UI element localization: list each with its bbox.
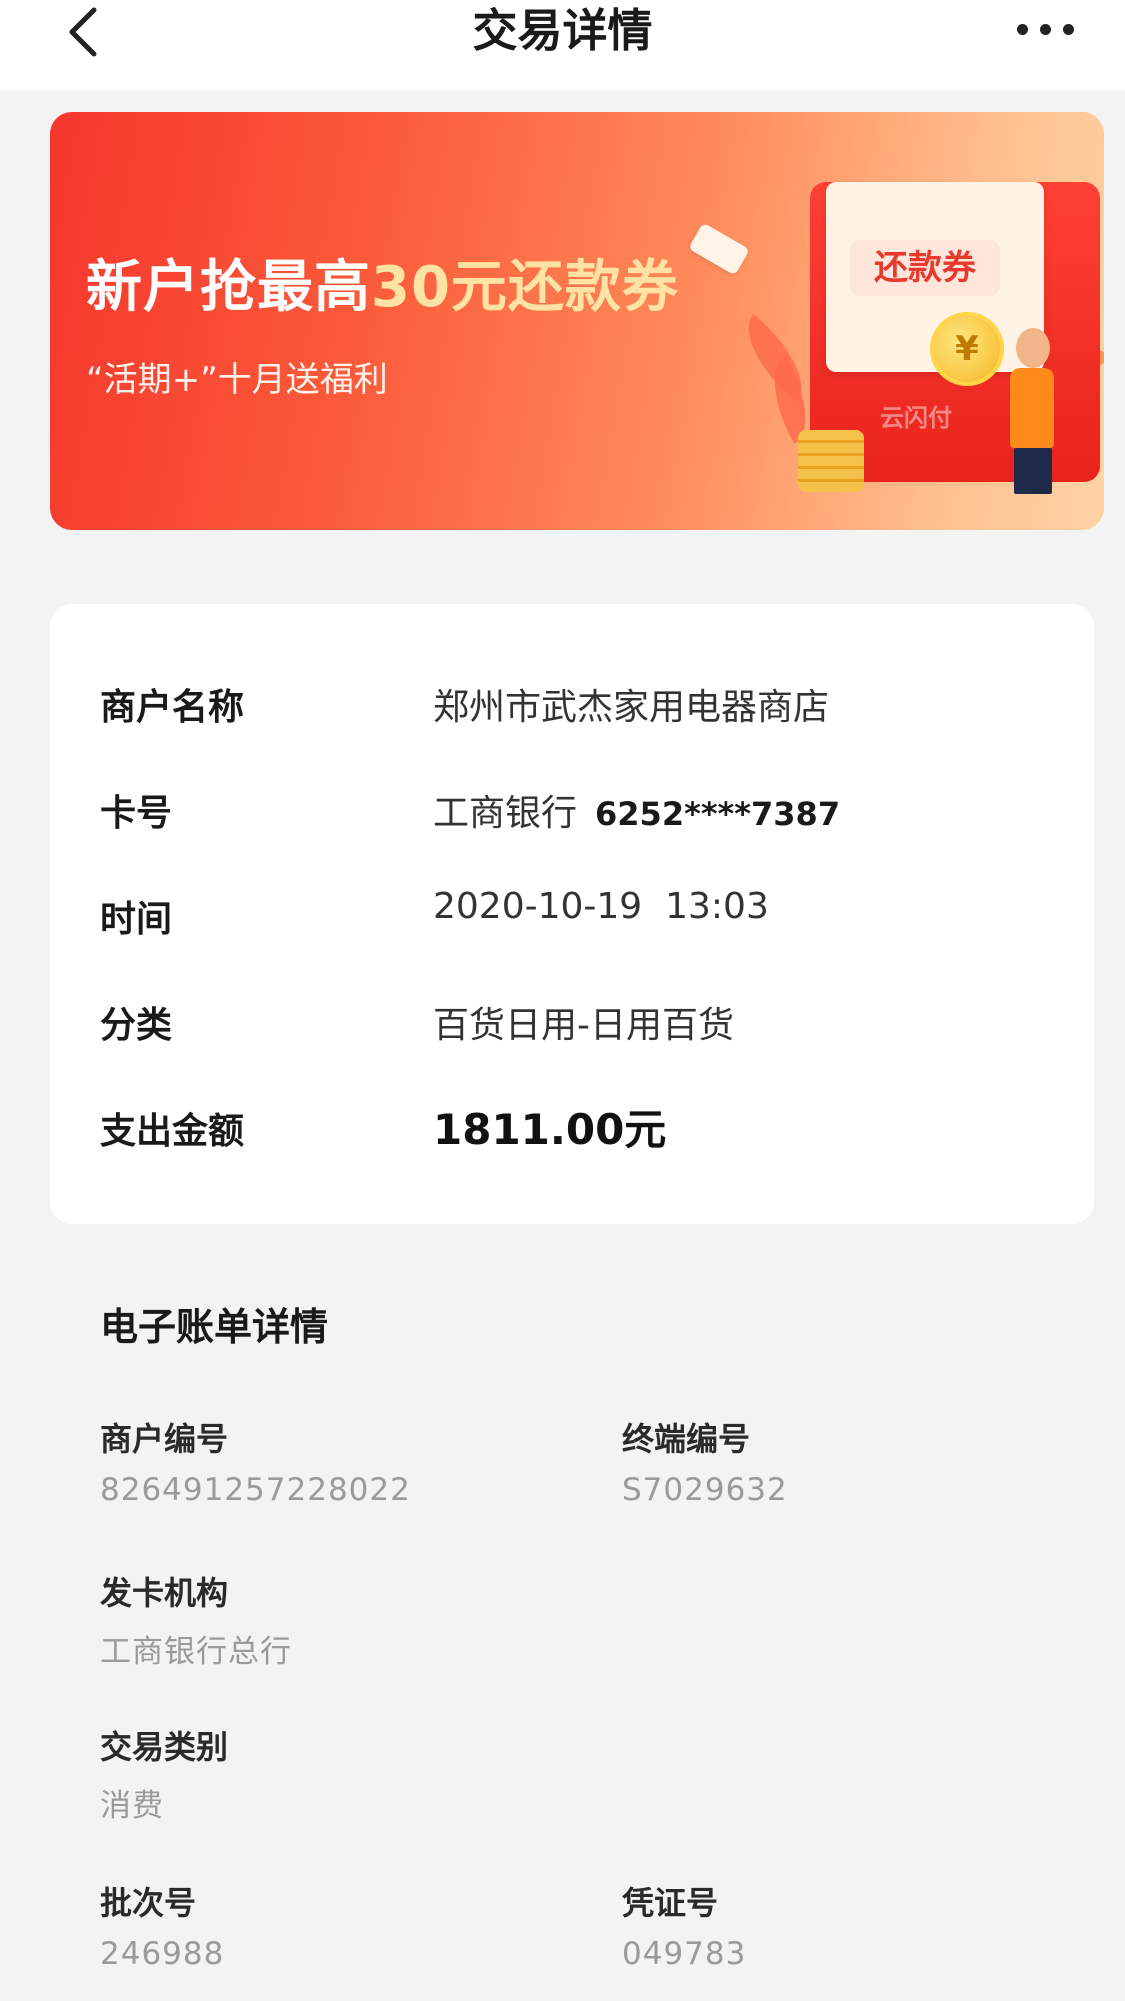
banner-subtitle: “活期+”十月送福利 bbox=[86, 360, 388, 400]
merchant-name-value: 郑州市武杰家用电器商店 bbox=[433, 687, 830, 728]
terminal-no-value: S7029632 bbox=[622, 1472, 788, 1508]
card-bank: 工商银行 bbox=[433, 793, 578, 834]
time-value: 2020-10-19 13:03 bbox=[433, 886, 769, 927]
more-dot bbox=[1039, 23, 1051, 35]
page-title: 交易详情 bbox=[472, 4, 653, 57]
transaction-info-card: 商户名称 郑州市武杰家用电器商店 卡号 工商银行 6252****7387 时间 … bbox=[50, 604, 1094, 1224]
merchant-no-value: 826491257228022 bbox=[100, 1472, 411, 1508]
banner-headline: 新户抢最高30元还款券 bbox=[86, 242, 679, 323]
batch-no-value: 246988 bbox=[100, 1936, 225, 1972]
card-number-label: 卡号 bbox=[100, 793, 173, 834]
category-value: 百货日用-日用百货 bbox=[433, 1005, 734, 1046]
person-body bbox=[1010, 368, 1054, 448]
transaction-type-value: 消费 bbox=[100, 1788, 164, 1824]
coin-icon: ¥ bbox=[930, 312, 1004, 386]
more-dots-icon bbox=[1016, 23, 1028, 35]
more-options-button[interactable] bbox=[1005, 14, 1085, 44]
more-dot bbox=[1062, 23, 1074, 35]
amount-value: 1811.00元 bbox=[433, 1105, 667, 1154]
voucher-no-value: 049783 bbox=[622, 1936, 747, 1972]
transaction-type-label: 交易类别 bbox=[100, 1728, 229, 1766]
issuer-value: 工商银行总行 bbox=[100, 1634, 292, 1670]
terminal-no-label: 终端编号 bbox=[622, 1420, 751, 1458]
category-label: 分类 bbox=[100, 1005, 173, 1046]
issuer-label: 发卡机构 bbox=[100, 1574, 229, 1612]
person-illustration bbox=[1016, 328, 1050, 368]
brand-mark: 云闪付 bbox=[880, 404, 952, 432]
person-legs bbox=[1014, 448, 1052, 494]
time-label: 时间 bbox=[100, 899, 173, 940]
promo-banner[interactable]: 新户抢最高30元还款券 “活期+”十月送福利 还款券 ¥ 云闪付 bbox=[50, 112, 1104, 530]
merchant-no-label: 商户编号 bbox=[100, 1420, 229, 1458]
card-number-value: 工商银行 6252****7387 bbox=[433, 784, 840, 836]
coupon-label: 还款券 bbox=[850, 240, 1000, 296]
card-number-masked: 6252****7387 bbox=[595, 795, 841, 833]
ebill-section-title: 电子账单详情 bbox=[100, 1305, 329, 1349]
banner-headline-text: 新户抢最高 bbox=[86, 255, 371, 320]
coin-stack-icon bbox=[798, 430, 864, 492]
amount-label: 支出金额 bbox=[100, 1111, 245, 1152]
batch-no-label: 批次号 bbox=[100, 1884, 197, 1922]
top-nav-bar: 交易详情 bbox=[0, 0, 1125, 90]
banner-headline-highlight: 30元还款券 bbox=[371, 255, 679, 320]
merchant-name-label: 商户名称 bbox=[100, 687, 245, 728]
ticket-icon bbox=[688, 222, 750, 276]
voucher-no-label: 凭证号 bbox=[622, 1884, 719, 1922]
